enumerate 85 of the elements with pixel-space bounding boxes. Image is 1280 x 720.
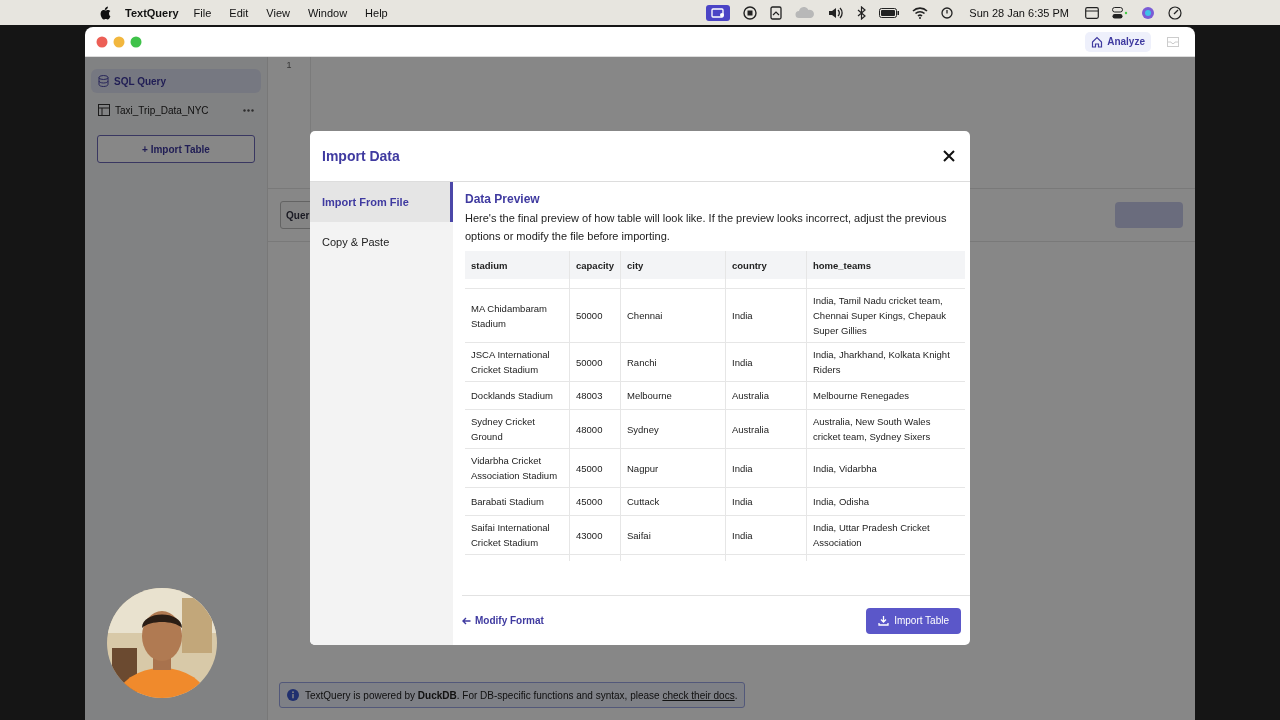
preview-description: Here's the final preview of how table will look like. If the preview looks incorrect, adjust the previous options or modify the file before importing. [465,211,948,244]
table-cell: Australia [725,409,807,449]
database-icon [98,75,109,87]
table-cell: Saifai International Cricket Stadium [465,515,570,555]
table-cell: Sydney [620,409,726,449]
left-arrow-icon [462,616,471,625]
table-cell: Barabati Stadium [465,487,570,516]
table-cell: India, Vidarbha [806,448,965,488]
app-name: TextQuery [125,6,179,19]
table-cell: Sydney Cricket Ground [465,409,570,449]
download-icon [878,615,890,626]
info-icon [287,689,299,701]
line-number: 1 [285,60,293,70]
analyze-button[interactable]: Analyze [1085,31,1151,52]
table-cell: India [725,342,807,382]
modify-format-link[interactable]: Modify Format [462,615,544,626]
table-cell: JSCA International Cricket Stadium [465,342,570,382]
dialog-tab[interactable]: Import From File [310,182,453,222]
column-header: country [725,251,807,279]
table-cell: Australia, New South Wales cricket team, Sydney Sixers [806,409,965,449]
table-cell: 48003 [569,381,621,410]
table-cell: 50000 [569,342,621,382]
table-cell: Vidarbha Cricket Association Stadium [465,448,570,488]
table-cell: Chennai [620,288,726,343]
column-header: capacity [569,251,621,279]
menu-item[interactable]: Help [365,6,388,19]
close-icon[interactable] [943,150,955,162]
table-cell: Docklands Stadium [465,381,570,410]
table-cell: 45000 [569,448,621,488]
screen-share-icon[interactable] [706,4,731,21]
table-icon [98,104,110,116]
menu-item[interactable]: File [193,6,212,19]
stop-record-icon[interactable] [743,5,758,20]
apple-icon [99,5,111,20]
sidebar-item[interactable]: SQL Query [91,69,261,93]
siri-icon[interactable] [1141,5,1155,20]
menu-item[interactable]: Window [307,6,348,19]
dialog-title: Import Data [322,148,400,164]
home-icon [1091,35,1104,48]
docs-link[interactable]: check their docs [662,689,735,701]
table-cell: India, Tamil Nadu cricket team, Chennai Super Kings, Chepauk Super Gillies [806,288,965,343]
table-cell: India, Uttar Pradesh Cricket Association [806,515,965,555]
control-center-icon[interactable] [1112,6,1128,19]
window-icon[interactable] [1085,6,1099,19]
bluetooth-icon[interactable] [857,5,867,20]
info-text: TextQuery is powered by DuckDB. For DB-specific functions and syntax, please check their docs. [305,689,738,701]
table-cell: Saifai [620,515,726,555]
column-header: stadium [465,251,570,279]
clock-icon[interactable] [941,6,954,19]
table-cell: Cuttack [620,487,726,516]
wifi-icon[interactable] [912,6,929,19]
battery-icon[interactable] [879,7,900,18]
table-cell: India [725,515,807,555]
table-cell: India [725,448,807,488]
column-header: home_teams [806,251,965,279]
table-cell: India, Jharkhand, Kolkata Knight Riders [806,342,965,382]
table-cell: 48000 [569,409,621,449]
table-cell: India, Odisha [806,487,965,516]
sidebar-item[interactable]: Taxi_Trip_Data_NYC [91,98,261,122]
table-cell: Ranchi [620,342,726,382]
table-cell: India [725,487,807,516]
table-cell: Nagpur [620,448,726,488]
menu-clock[interactable]: Sun 28 Jan 6:35 PM [969,6,1069,19]
table-cell: India [725,288,807,343]
minimize-dot[interactable] [113,35,125,48]
table-cell: Melbourne [620,381,726,410]
table-cell: 50000 [569,288,621,343]
import-table-button[interactable]: + Import Table [97,135,255,163]
table-cell: Melbourne Renegades [806,381,965,410]
mail-icon [1167,36,1179,47]
menu-item[interactable]: View [266,6,290,19]
column-header: city [620,251,726,279]
table-cell: 45000 [569,487,621,516]
table-cell: Australia [725,381,807,410]
document-icon[interactable] [770,5,783,20]
menu-item[interactable]: Edit [229,6,249,19]
preview-title: Data Preview [465,192,541,206]
close-dot[interactable] [96,35,108,48]
volume-icon[interactable] [828,5,845,20]
compass-icon[interactable] [1168,5,1182,20]
more-icon[interactable] [243,108,254,112]
zoom-dot[interactable] [130,35,142,48]
import-table-button[interactable]: Import Table [866,607,961,634]
table-cell: 43000 [569,515,621,555]
table-cell: MA Chidambaram Stadium [465,288,570,343]
